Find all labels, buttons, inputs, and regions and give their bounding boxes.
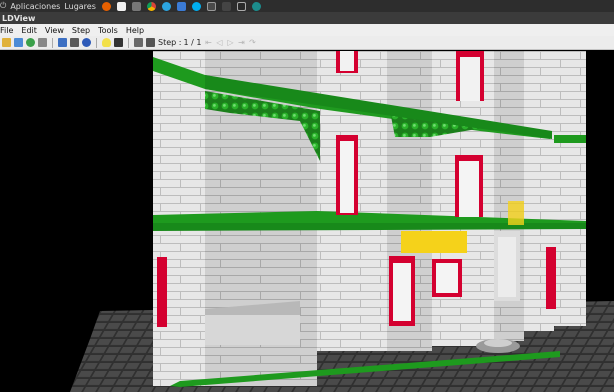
lightbulb-icon[interactable] [102, 38, 111, 47]
step-label: Step : [158, 38, 182, 47]
monitor-icon[interactable] [236, 1, 246, 11]
yellow-sign [401, 231, 467, 253]
next-step-button[interactable]: ▷ [226, 38, 234, 47]
window-titlebar[interactable]: LDView [0, 12, 614, 24]
panel-menu-lugares[interactable]: Lugares [64, 2, 96, 11]
toolbar-separator [52, 37, 53, 48]
settings-icon[interactable] [221, 1, 231, 11]
open-icon[interactable] [2, 38, 11, 47]
system-panel: ⏻ Aplicaciones Lugares [0, 0, 614, 12]
menu-tools[interactable]: Tools [94, 26, 122, 35]
menu-help[interactable]: Help [122, 26, 148, 35]
step-value: 1 / 1 [183, 38, 202, 47]
window-title: LDView [2, 13, 36, 23]
textures-icon[interactable] [114, 38, 123, 47]
skype-icon[interactable] [191, 1, 201, 11]
view-icon[interactable] [58, 38, 67, 47]
menu-view[interactable]: View [41, 26, 68, 35]
previous-step-button[interactable]: ◁ [215, 38, 223, 47]
file-icon[interactable] [116, 1, 126, 11]
last-step-button[interactable]: ⇥ [237, 38, 245, 47]
save-icon[interactable] [14, 38, 23, 47]
menu-file[interactable]: File [0, 26, 17, 35]
lego-model-render[interactable] [0, 51, 614, 392]
toolbar-separator [128, 37, 129, 48]
axis-icon[interactable] [134, 38, 143, 47]
firefox-icon[interactable] [101, 1, 111, 11]
reload-icon[interactable] [26, 38, 35, 47]
chrome-icon[interactable] [146, 1, 156, 11]
spin-icon[interactable] [146, 38, 155, 47]
step-indicator: Step : 1 / 1 [158, 38, 201, 47]
render-icon[interactable] [70, 38, 79, 47]
toolbar: Step : 1 / 1 ⇤ ◁ ▷ ⇥ ↷ [0, 36, 614, 50]
email-client-icon[interactable] [176, 1, 186, 11]
model-viewport[interactable] [0, 51, 614, 392]
menubar: File Edit View Step Tools Help [0, 24, 614, 36]
panel-menu-aplicaciones[interactable]: Aplicaciones [10, 2, 60, 11]
telegram-icon[interactable] [161, 1, 171, 11]
color-icon[interactable] [82, 38, 91, 47]
camera-icon[interactable] [38, 38, 47, 47]
toolbar-separator [96, 37, 97, 48]
mail-icon[interactable] [131, 1, 141, 11]
terminal-icon[interactable] [206, 1, 216, 11]
power-icon[interactable]: ⏻ [0, 1, 6, 11]
network-icon[interactable] [251, 1, 261, 11]
goto-step-button[interactable]: ↷ [248, 38, 256, 47]
menu-step[interactable]: Step [68, 26, 94, 35]
first-step-button[interactable]: ⇤ [204, 38, 212, 47]
menu-edit[interactable]: Edit [17, 26, 41, 35]
